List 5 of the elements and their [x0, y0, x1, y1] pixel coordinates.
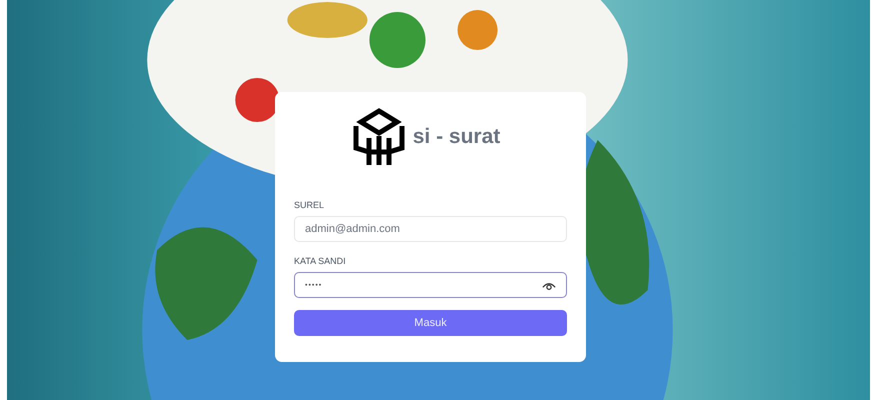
app-name: si - surat — [412, 125, 500, 149]
field-label: KATA SANDI — [294, 256, 347, 266]
login-button[interactable]: Masuk — [294, 310, 567, 336]
field-label: SUREL — [294, 200, 326, 210]
email-field[interactable]: admin@admin.com — [294, 216, 567, 242]
